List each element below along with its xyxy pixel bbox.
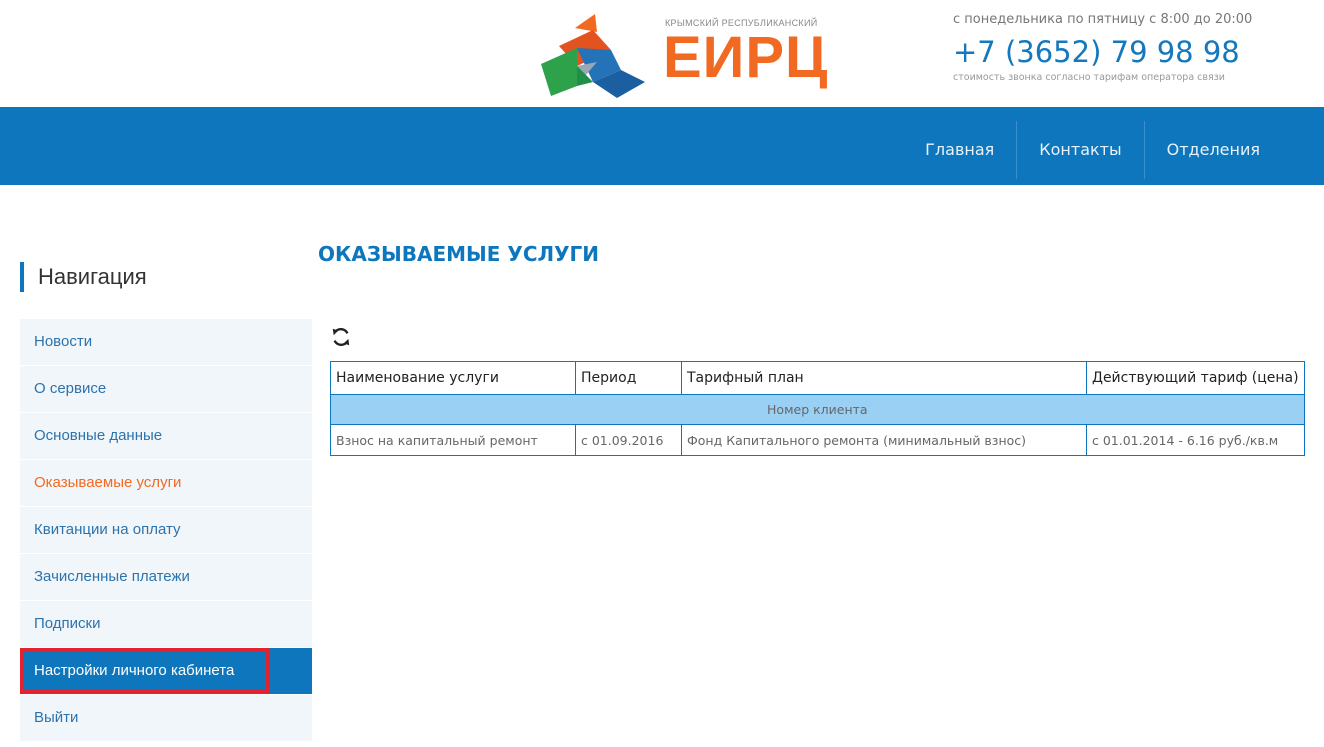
logo[interactable]: КРЫМСКИЙ РЕСПУБЛИКАНСКИЙ ЕИРЦ [537,8,857,102]
top-nav-home[interactable]: Главная [903,121,1016,179]
top-nav: Главная Контакты Отделения [903,121,1282,179]
working-hours: с понедельника по пятницу с 8:00 до 20:0… [953,12,1253,27]
logo-name: ЕИРЦ [663,25,829,90]
sidebar-item-logout[interactable]: Выйти [20,695,312,741]
cell-current-tariff: с 01.01.2014 - 6.16 руб./кв.м [1086,424,1305,456]
top-nav-contacts[interactable]: Контакты [1017,121,1143,179]
sidebar-item-main-data[interactable]: Основные данные [20,413,312,459]
column-header-current-tariff: Действующий тариф (цена) [1086,361,1305,395]
top-nav-branches[interactable]: Отделения [1145,121,1282,179]
sidebar-heading: Навигация [20,262,147,292]
group-label: Номер клиента [330,394,1305,425]
table-header-row: Наименование услуги Период Тарифный план… [330,361,1305,395]
refresh-icon[interactable] [330,326,352,348]
column-header-tariff-plan: Тарифный план [681,361,1087,395]
logo-mark-icon [541,14,645,98]
cell-service: Взнос на капитальный ремонт [330,424,576,456]
table-row: Взнос на капитальный ремонт с 01.09.2016… [330,424,1305,456]
services-table: Наименование услуги Период Тарифный план… [330,361,1305,456]
sidebar-item-services[interactable]: Оказываемые услуги [20,460,312,506]
sidebar-item-receipts[interactable]: Квитанции на оплату [20,507,312,553]
call-cost-note: стоимость звонка согласно тарифам операт… [953,72,1225,83]
sidebar-item-subscriptions[interactable]: Подписки [20,601,312,647]
cell-tariff-plan: Фонд Капитального ремонта (минимальный в… [681,424,1087,456]
sidebar-item-settings[interactable]: Настройки личного кабинета [20,648,270,694]
table-group-row: Номер клиента [330,394,1305,425]
column-header-service: Наименование услуги [330,361,576,395]
phone-number[interactable]: +7 (3652) 79 98 98 [953,35,1263,69]
cell-period: с 01.09.2016 [575,424,682,456]
sidebar-menu: Новости О сервисе Основные данные Оказыв… [20,319,312,742]
top-nav-bar: Главная Контакты Отделения [0,107,1324,185]
page-title: ОКАЗЫВАЕМЫЕ УСЛУГИ [318,242,600,266]
sidebar-item-news[interactable]: Новости [20,319,312,365]
sidebar-item-settings-row: Настройки личного кабинета [20,648,312,694]
sidebar-item-about[interactable]: О сервисе [20,366,312,412]
sidebar-item-payments[interactable]: Зачисленные платежи [20,554,312,600]
column-header-period: Период [575,361,682,395]
site-header: КРЫМСКИЙ РЕСПУБЛИКАНСКИЙ ЕИРЦ с понедель… [0,0,1324,107]
contact-block: с понедельника по пятницу с 8:00 до 20:0… [953,12,1263,83]
